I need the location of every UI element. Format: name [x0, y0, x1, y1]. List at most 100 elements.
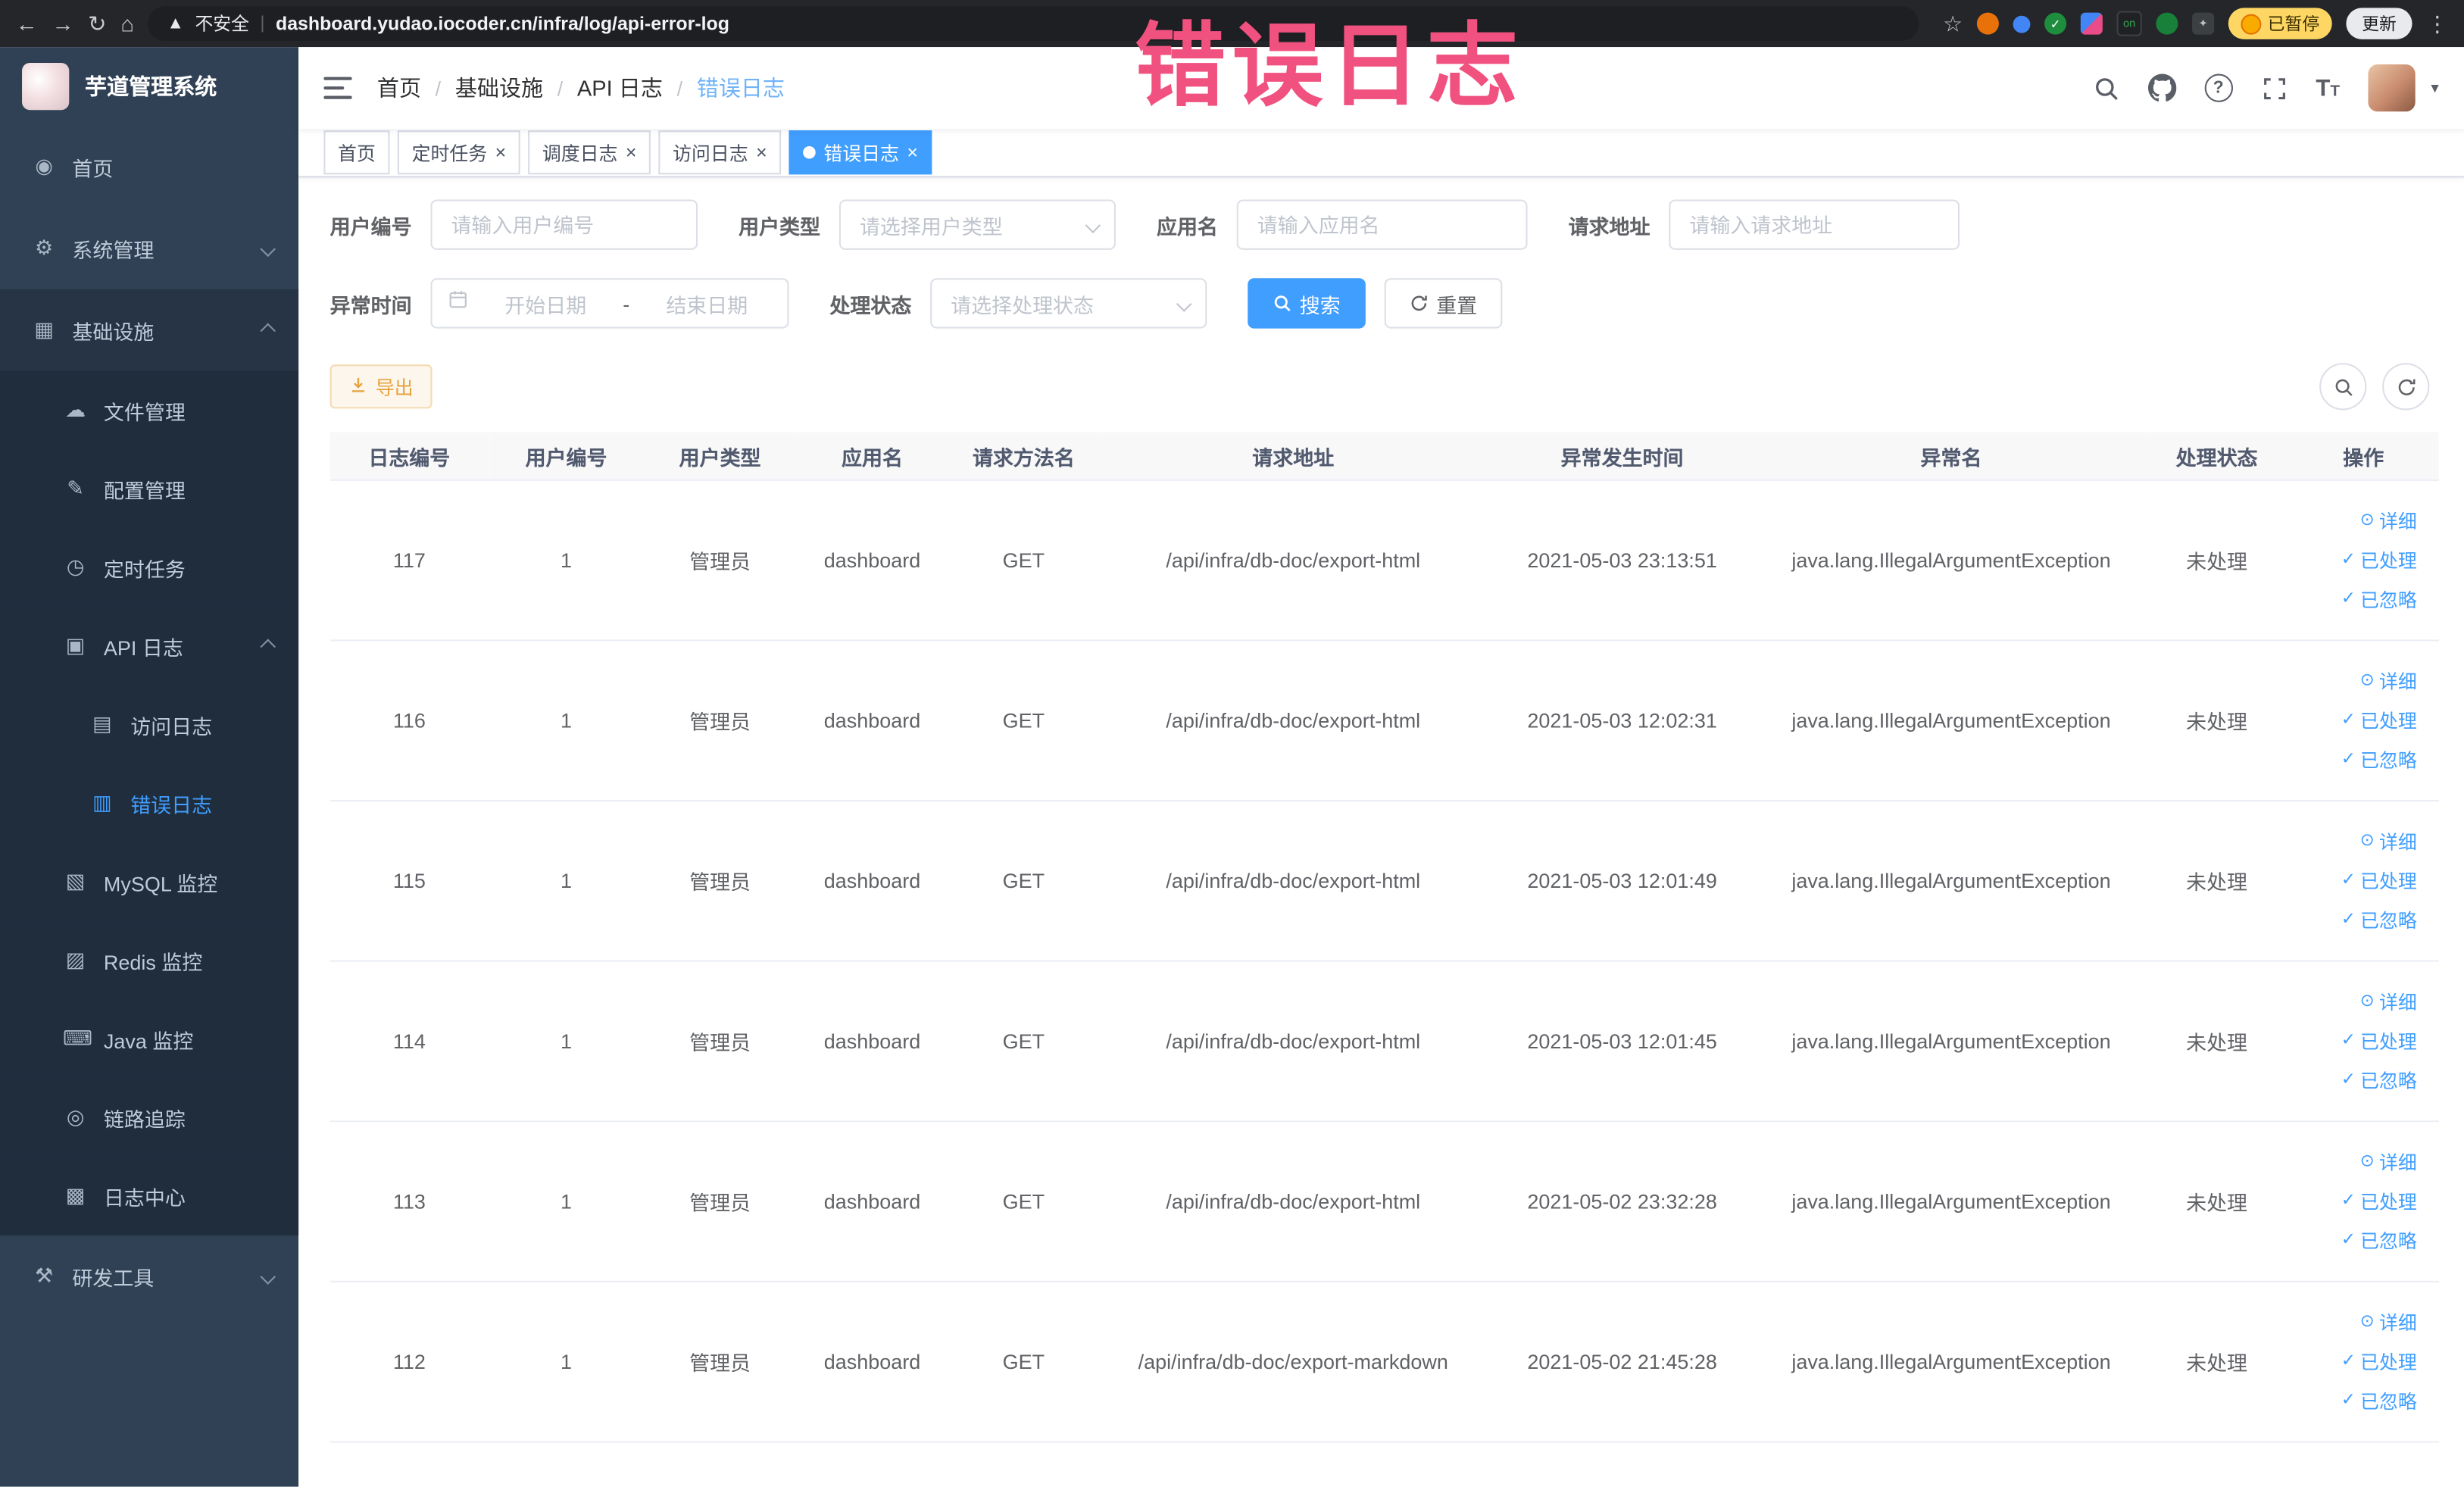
- eye-icon: ⊙: [2359, 670, 2375, 690]
- processed-link[interactable]: ✓ 已处理: [2341, 1188, 2417, 1214]
- app-name-input[interactable]: [1236, 199, 1528, 250]
- navbar-actions: ? TT ▾: [2093, 64, 2439, 112]
- processed-link[interactable]: ✓ 已处理: [2341, 1028, 2417, 1054]
- table-cell: 1: [488, 480, 645, 642]
- tab-job[interactable]: 定时任务 ×: [397, 130, 520, 175]
- close-icon[interactable]: ×: [495, 143, 507, 162]
- address-bar[interactable]: ▲ 不安全 | dashboard.yudao.iocoder.cn/infra…: [148, 6, 1920, 41]
- close-icon[interactable]: ×: [907, 143, 918, 162]
- tab-job-log[interactable]: 调度日志 ×: [528, 130, 651, 175]
- font-size-icon[interactable]: TT: [2316, 77, 2340, 100]
- help-icon[interactable]: ?: [2204, 73, 2233, 102]
- detail-link[interactable]: ⊙ 详细: [2360, 828, 2417, 854]
- breadcrumb-home[interactable]: 首页: [377, 72, 421, 103]
- github-icon[interactable]: [2147, 73, 2176, 102]
- sidebar-item-api-log[interactable]: ▣ API 日志: [0, 606, 299, 686]
- processed-link[interactable]: ✓ 已处理: [2341, 708, 2417, 734]
- table-cell: 未处理: [2145, 961, 2288, 1123]
- tab-error-log[interactable]: 错误日志 ×: [789, 130, 932, 175]
- sidebar-item-home[interactable]: ◉ 首页: [0, 126, 298, 208]
- table-cell: 2021-05-03 12:01:45: [1487, 961, 1757, 1123]
- redis-monitor-icon: ▨: [65, 947, 86, 972]
- browser-reload-icon[interactable]: ↻: [88, 13, 106, 35]
- table-cell: 114: [329, 961, 489, 1123]
- not-secure-icon: ▲: [167, 14, 184, 33]
- sidebar-item-job[interactable]: ◷ 定时任务: [0, 528, 299, 607]
- table-cell: 未处理: [2145, 801, 2288, 962]
- main-area: 首页 / 基础设施 / API 日志 / 错误日志 ? TT ▾ 首页 定时任务…: [298, 47, 2464, 1487]
- breadcrumb-infra[interactable]: 基础设施: [455, 72, 543, 103]
- app-logo-row[interactable]: 芋道管理系统: [0, 47, 298, 126]
- paused-badge[interactable]: 已暂停: [2228, 8, 2332, 39]
- browser-home-icon[interactable]: ⌂: [120, 13, 134, 35]
- ignored-link[interactable]: ✓ 已忽略: [2341, 907, 2417, 933]
- close-icon[interactable]: ×: [756, 143, 767, 162]
- processed-link[interactable]: ✓ 已处理: [2341, 547, 2417, 573]
- search-button[interactable]: 搜索: [1248, 278, 1366, 329]
- sidebar-toggle-icon[interactable]: [323, 77, 352, 99]
- tab-access-log[interactable]: 访问日志 ×: [658, 130, 782, 175]
- detail-link[interactable]: ⊙ 详细: [2360, 1309, 2417, 1335]
- browser-back-icon[interactable]: ←: [16, 13, 38, 35]
- avatar-caret-icon[interactable]: ▾: [2431, 80, 2438, 97]
- address-separator: |: [260, 14, 265, 33]
- detail-link[interactable]: ⊙ 详细: [2360, 1149, 2417, 1176]
- check-icon: ✓: [2341, 1030, 2356, 1050]
- sidebar-item-redis[interactable]: ▨ Redis 监控: [0, 920, 299, 1000]
- smiley-icon: [2241, 13, 2262, 34]
- request-url-input[interactable]: [1669, 199, 1960, 250]
- extension-icon-leaf[interactable]: [2156, 12, 2178, 35]
- system-gear-icon: ⚙: [34, 236, 54, 260]
- ignored-link[interactable]: ✓ 已忽略: [2341, 746, 2417, 773]
- processed-link[interactable]: ✓ 已处理: [2341, 1348, 2417, 1375]
- export-button[interactable]: 导出: [329, 364, 433, 409]
- sidebar-item-error-log[interactable]: ▥ 错误日志: [0, 764, 299, 842]
- extension-icon-blue[interactable]: [2013, 14, 2031, 33]
- extension-icon-green-check[interactable]: ✓: [2044, 12, 2067, 35]
- user-id-input[interactable]: [430, 199, 698, 250]
- sidebar-item-dev-tools[interactable]: ⚒ 研发工具: [0, 1236, 298, 1317]
- refresh-table-button[interactable]: [2382, 363, 2430, 411]
- processed-link[interactable]: ✓ 已处理: [2341, 867, 2417, 894]
- process-status-select[interactable]: 请选择处理状态: [930, 278, 1207, 329]
- extension-icon-on-badge[interactable]: on: [2116, 11, 2142, 36]
- sidebar-item-mysql[interactable]: ▧ MySQL 监控: [0, 842, 299, 921]
- detail-link[interactable]: ⊙ 详细: [2360, 989, 2417, 1015]
- eye-icon: ⊙: [2359, 511, 2375, 530]
- close-icon[interactable]: ×: [626, 143, 637, 162]
- exception-time-range-picker[interactable]: 开始日期 - 结束日期: [430, 278, 789, 329]
- toggle-search-button[interactable]: [2319, 363, 2367, 411]
- extension-icon-orange[interactable]: [1976, 12, 1999, 35]
- search-icon[interactable]: [2093, 75, 2119, 102]
- detail-link[interactable]: ⊙ 详细: [2360, 508, 2417, 534]
- browser-menu-icon[interactable]: ⋮: [2426, 13, 2448, 35]
- reset-button[interactable]: 重置: [1384, 278, 1503, 329]
- sidebar-item-log-center[interactable]: ▩ 日志中心: [0, 1156, 299, 1236]
- sidebar-item-trace[interactable]: ◎ 链路追踪: [0, 1078, 299, 1157]
- ignored-link[interactable]: ✓ 已忽略: [2341, 1388, 2417, 1414]
- table-cell: /api/infra/db-doc/export-html: [1098, 1121, 1488, 1282]
- user-type-select[interactable]: 请选择用户类型: [839, 199, 1116, 250]
- ignored-link[interactable]: ✓ 已忽略: [2341, 586, 2417, 613]
- fullscreen-icon[interactable]: [2261, 75, 2288, 102]
- ignored-link[interactable]: ✓ 已忽略: [2341, 1227, 2417, 1254]
- url-text: dashboard.yudao.iocoder.cn/infra/log/api…: [275, 12, 729, 35]
- sidebar-item-system[interactable]: ⚙ 系统管理: [0, 208, 298, 289]
- sidebar-item-access-log[interactable]: ▤ 访问日志: [0, 685, 299, 764]
- ignored-link[interactable]: ✓ 已忽略: [2341, 1067, 2417, 1094]
- tab-home[interactable]: 首页: [323, 130, 390, 175]
- browser-forward-icon[interactable]: →: [52, 13, 73, 35]
- user-avatar[interactable]: [2368, 64, 2416, 112]
- sidebar-item-config[interactable]: ✎ 配置管理: [0, 449, 299, 529]
- sidebar-item-file[interactable]: ☁ 文件管理: [0, 370, 299, 450]
- sidebar-item-java[interactable]: ⌨ Java 监控: [0, 999, 299, 1079]
- update-button[interactable]: 更新: [2346, 8, 2412, 39]
- table-cell: GET: [948, 480, 1099, 642]
- sidebar-item-infra[interactable]: ▦ 基础设施: [0, 289, 299, 371]
- bookmark-star-icon[interactable]: ☆: [1943, 13, 1963, 35]
- detail-link[interactable]: ⊙ 详细: [2360, 668, 2417, 695]
- extension-icon-squares[interactable]: [2080, 12, 2103, 35]
- breadcrumb-api-log[interactable]: API 日志: [577, 72, 663, 103]
- table-cell: GET: [948, 1121, 1099, 1282]
- extension-icon-puzzle[interactable]: ✦: [2192, 12, 2215, 35]
